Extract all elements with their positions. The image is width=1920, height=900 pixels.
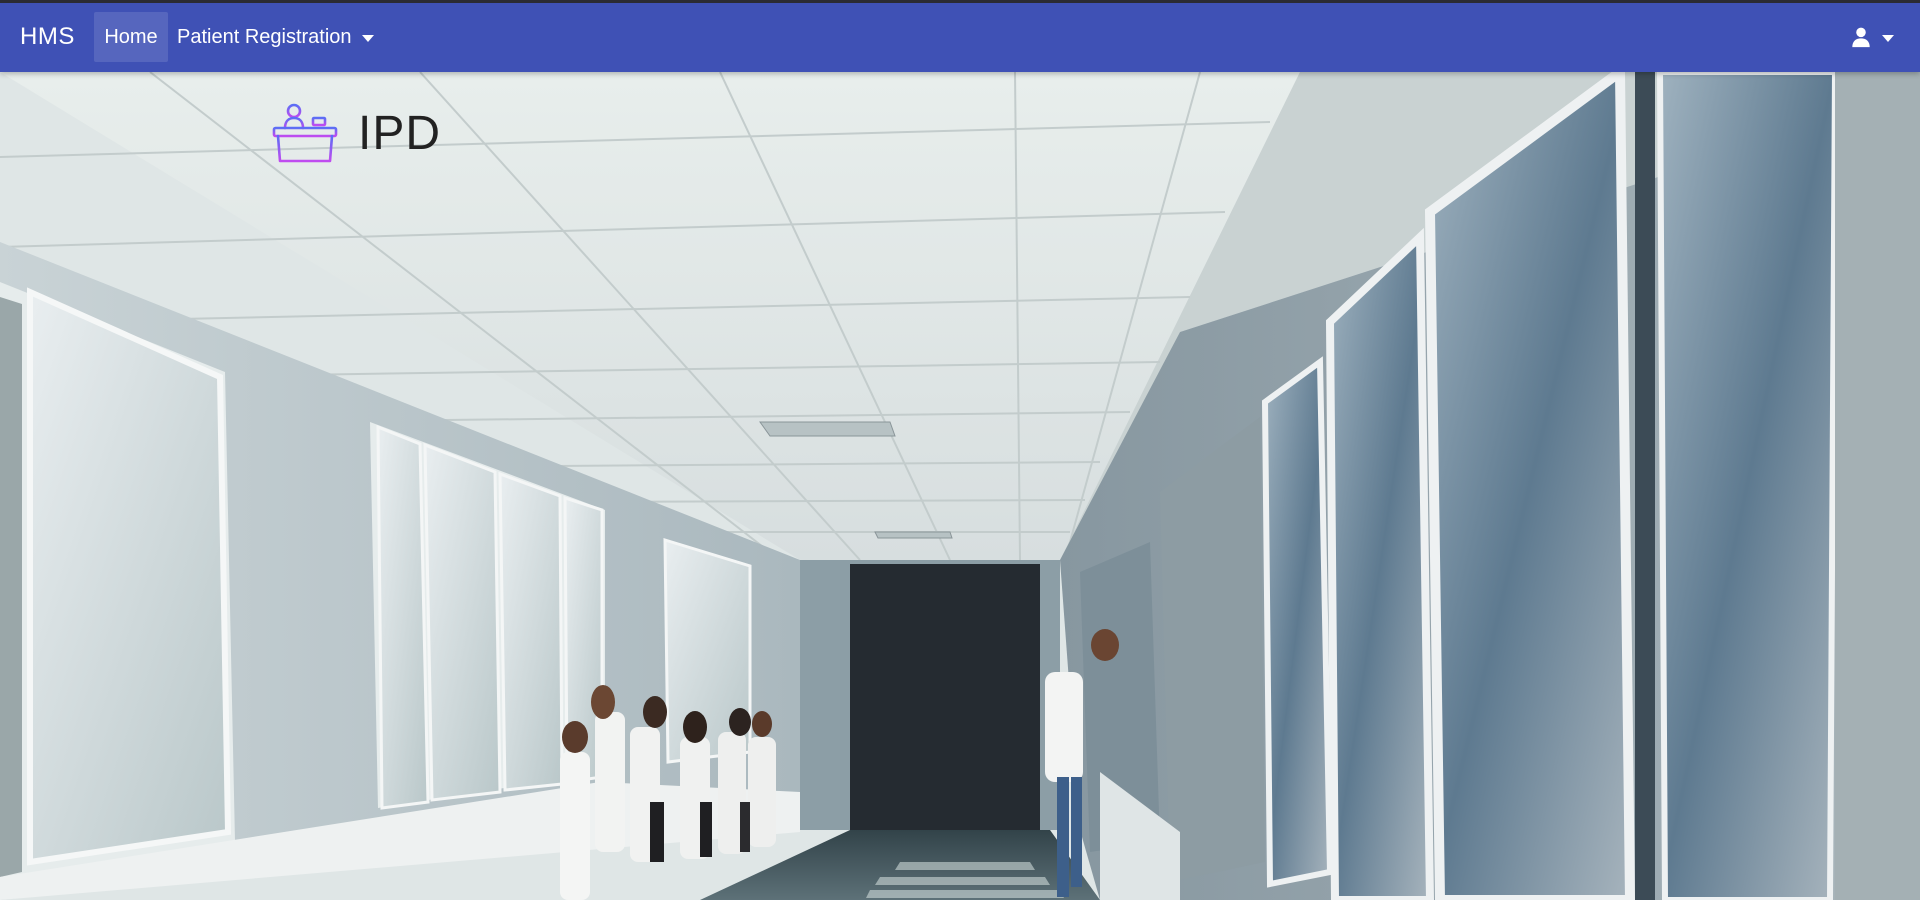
nav-item-patient-registration[interactable]: Patient Registration [177,12,374,62]
user-menu-dropdown[interactable] [1850,22,1894,52]
nav-item-patient-registration-label: Patient Registration [177,25,352,48]
reception-desk-icon [272,103,338,163]
nav-item-home-label: Home [104,25,158,48]
page-header: IPD [272,98,441,168]
hero-background-image [0,72,1920,900]
chevron-down-icon [361,34,374,42]
chevron-down-icon [1882,34,1894,42]
user-icon [1852,27,1870,48]
nav-item-home[interactable]: Home [94,12,168,62]
page-title: IPD [358,106,442,160]
brand-logo[interactable]: HMS [20,23,75,51]
top-navbar: HMS Home Patient Registration [0,0,1920,72]
